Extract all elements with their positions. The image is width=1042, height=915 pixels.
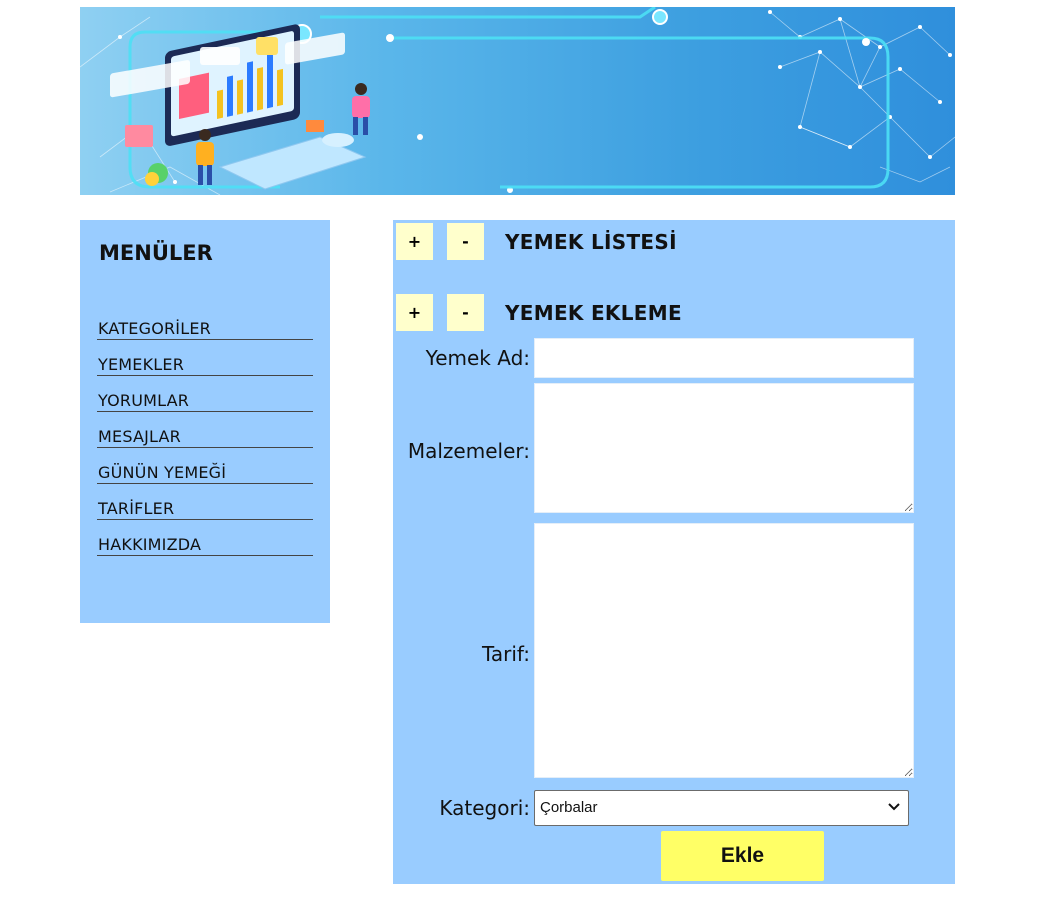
ingredients-textarea[interactable] — [534, 383, 914, 513]
category-selected-value: Çorbalar — [540, 799, 598, 816]
recipe-textarea[interactable] — [534, 523, 914, 778]
sidebar-item-kategoriler: KATEGORİLER — [97, 305, 313, 340]
list-expand-button[interactable]: + — [396, 223, 433, 260]
sidebar-menu: KATEGORİLER YEMEKLER YORUMLAR MESAJLAR G… — [97, 305, 313, 556]
sidebar-title: MENÜLER — [99, 241, 213, 265]
chevron-down-icon — [886, 798, 902, 814]
sidebar-link-yemekler[interactable]: YEMEKLER — [98, 355, 184, 374]
category-select[interactable]: Çorbalar — [534, 790, 909, 826]
sidebar-link-tarifler[interactable]: TARİFLER — [98, 499, 174, 518]
header-banner — [80, 7, 955, 195]
sidebar-item-gunun-yemegi: GÜNÜN YEMEĞİ — [97, 448, 313, 484]
list-section-title: YEMEK LİSTESİ — [505, 230, 677, 254]
category-label: Kategori: — [439, 796, 530, 820]
main-panel: + - YEMEK LİSTESİ + - YEMEK EKLEME Yemek… — [393, 220, 955, 884]
add-section-title: YEMEK EKLEME — [505, 301, 682, 325]
name-label: Yemek Ad: — [425, 346, 530, 370]
recipe-label: Tarif: — [481, 642, 530, 666]
sidebar-item-yemekler: YEMEKLER — [97, 340, 313, 376]
banner-illustration — [80, 7, 955, 195]
sidebar-link-mesajlar[interactable]: MESAJLAR — [98, 427, 181, 446]
sidebar: MENÜLER KATEGORİLER YEMEKLER YORUMLAR ME… — [80, 220, 330, 623]
sidebar-link-gunun-yemegi[interactable]: GÜNÜN YEMEĞİ — [98, 463, 226, 482]
sidebar-item-tarifler: TARİFLER — [97, 484, 313, 520]
name-input[interactable] — [534, 338, 914, 378]
add-food-submit-button[interactable]: Ekle — [661, 831, 824, 881]
ingredients-label: Malzemeler: — [407, 439, 530, 463]
sidebar-link-yorumlar[interactable]: YORUMLAR — [98, 391, 189, 410]
add-collapse-button[interactable]: - — [447, 294, 484, 331]
list-collapse-button[interactable]: - — [447, 223, 484, 260]
sidebar-item-hakkimizda: HAKKIMIZDA — [97, 520, 313, 556]
add-expand-button[interactable]: + — [396, 294, 433, 331]
sidebar-link-hakkimizda[interactable]: HAKKIMIZDA — [98, 535, 201, 554]
sidebar-item-yorumlar: YORUMLAR — [97, 376, 313, 412]
sidebar-item-mesajlar: MESAJLAR — [97, 412, 313, 448]
sidebar-link-kategoriler[interactable]: KATEGORİLER — [98, 319, 211, 338]
